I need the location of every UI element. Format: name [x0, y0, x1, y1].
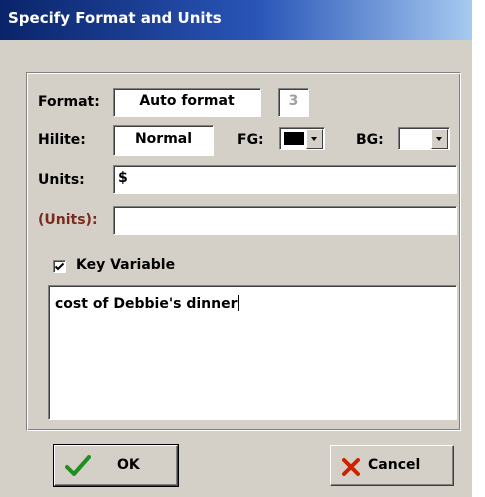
close-icon	[342, 458, 360, 476]
units-alt-field[interactable]	[113, 206, 457, 235]
cancel-button[interactable]: Cancel	[330, 445, 454, 486]
ok-button-label: OK	[117, 457, 140, 473]
cancel-button-label: Cancel	[368, 457, 421, 473]
digits-field[interactable]: 3	[278, 88, 309, 117]
text-caret	[237, 295, 239, 311]
bg-dropdown-button[interactable]	[431, 129, 448, 149]
format-field[interactable]: Auto format	[113, 88, 261, 117]
key-variable-label[interactable]: Key Variable	[76, 257, 175, 273]
hilite-field[interactable]: Normal	[113, 125, 214, 156]
hilite-label: Hilite:	[38, 132, 86, 148]
format-label: Format:	[38, 94, 100, 110]
ok-button[interactable]: OK	[53, 444, 179, 487]
fg-color-dropdown[interactable]	[279, 127, 325, 150]
bg-color-dropdown[interactable]	[398, 127, 450, 150]
units-alt-label: (Units):	[38, 212, 98, 228]
description-text: cost of Debbie's dinner	[55, 295, 239, 312]
units-label: Units:	[38, 172, 85, 188]
bg-color-swatch	[403, 132, 423, 145]
checkmark-icon	[54, 262, 65, 271]
dialog-title: Specify Format and Units	[8, 9, 222, 27]
specify-format-dialog: Specify Format and Units Format: Auto fo…	[0, 0, 472, 497]
chevron-down-icon	[311, 137, 317, 141]
fg-label: FG:	[237, 132, 264, 148]
fg-dropdown-button[interactable]	[306, 129, 323, 149]
bg-label: BG:	[356, 132, 384, 148]
title-bar[interactable]: Specify Format and Units	[0, 0, 472, 40]
chevron-down-icon	[436, 137, 442, 141]
key-variable-checkbox[interactable]	[53, 260, 66, 273]
fg-color-swatch	[284, 132, 304, 145]
background-strip	[472, 0, 485, 497]
units-field[interactable]: $	[113, 165, 457, 194]
checkmark-icon	[65, 455, 91, 476]
description-textarea[interactable]: cost of Debbie's dinner	[48, 285, 457, 420]
